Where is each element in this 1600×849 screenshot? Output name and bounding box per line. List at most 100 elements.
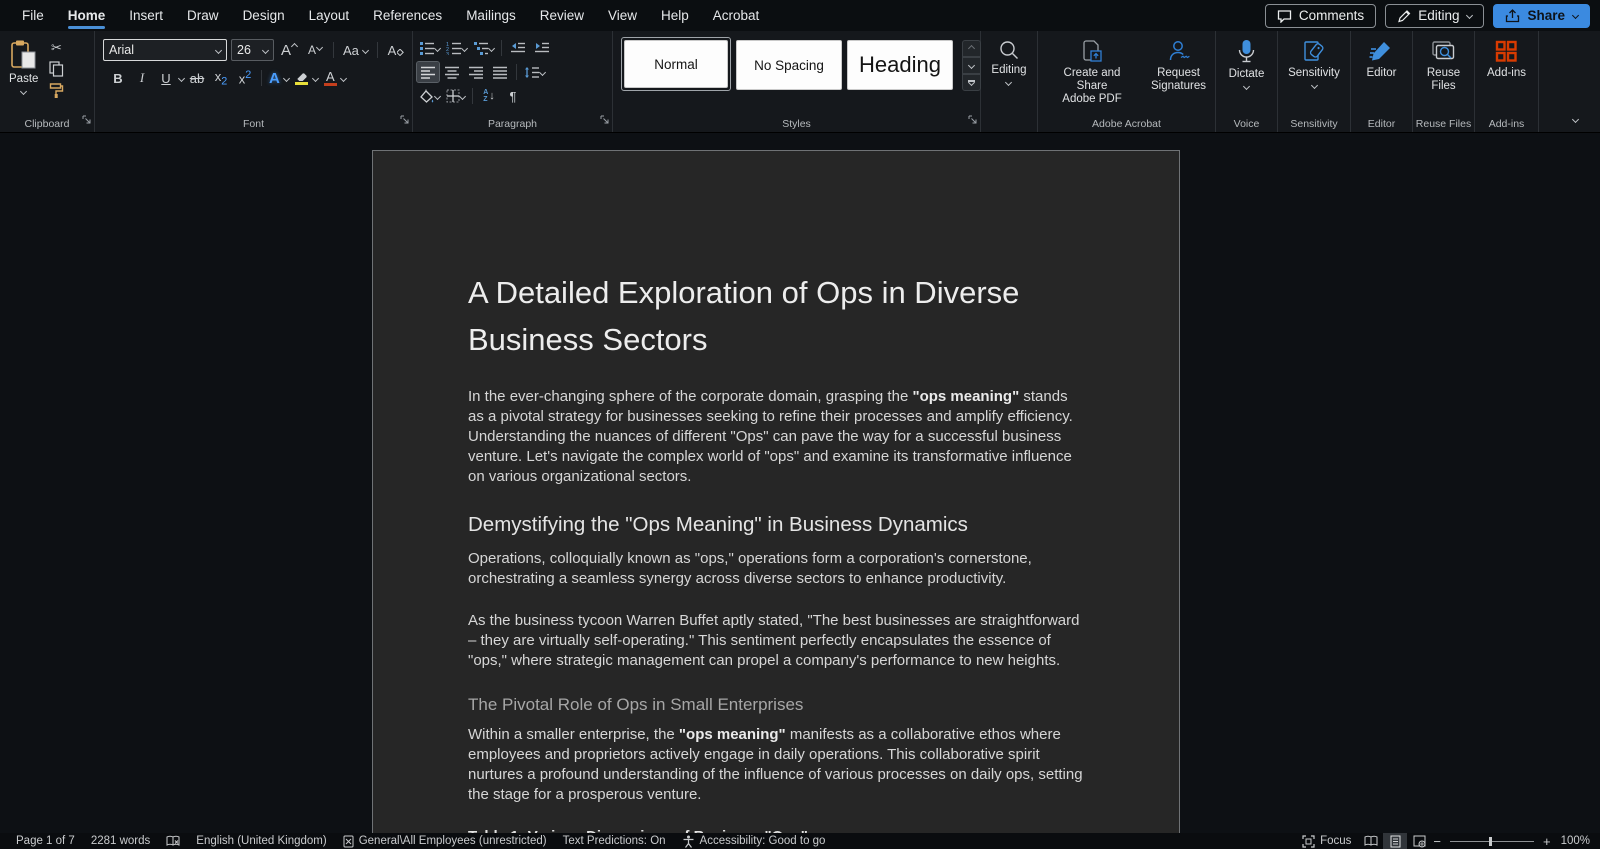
zoom-slider-thumb[interactable] <box>1488 836 1492 846</box>
subscript-button[interactable]: x2 <box>210 68 232 88</box>
word-count[interactable]: 2281 words <box>83 835 158 847</box>
language-indicator[interactable]: English (United Kingdom) <box>188 835 334 847</box>
show-formatting-button[interactable]: ¶ <box>502 86 524 106</box>
style-no-spacing[interactable]: No Spacing <box>736 40 842 90</box>
menu-references[interactable]: References <box>361 1 454 31</box>
decrease-indent-button[interactable] <box>507 38 529 58</box>
zoom-in-button[interactable]: + <box>1541 834 1553 849</box>
dictate-button[interactable]: Dictate <box>1224 36 1270 114</box>
web-layout-button[interactable] <box>1407 833 1431 849</box>
styles-more-button[interactable] <box>962 74 981 91</box>
menu-acrobat[interactable]: Acrobat <box>701 1 772 31</box>
align-right-button[interactable] <box>465 62 487 82</box>
chevron-down-icon <box>339 74 347 82</box>
format-painter-button[interactable] <box>45 80 67 100</box>
line-spacing-button[interactable] <box>522 62 547 82</box>
chevron-down-icon[interactable] <box>177 74 186 82</box>
paste-button[interactable]: Paste <box>4 36 43 114</box>
borders-button[interactable] <box>444 86 467 106</box>
styles-scroll-down[interactable] <box>962 57 981 74</box>
addins-button[interactable]: Add-ins <box>1482 36 1531 114</box>
ribbon-group-sensitivity: Sensitivity Sensitivity <box>1278 31 1351 132</box>
grow-font-button[interactable]: A <box>278 40 300 60</box>
shrink-font-button[interactable]: A <box>304 40 326 60</box>
menu-draw[interactable]: Draw <box>175 1 231 31</box>
proofing-status[interactable] <box>158 835 188 847</box>
editing-mode-button[interactable]: Editing <box>1385 3 1485 28</box>
collapse-ribbon-chevron[interactable] <box>1571 115 1580 124</box>
superscript-button[interactable]: x2 <box>234 68 256 88</box>
chevron-down-icon <box>1310 81 1318 90</box>
justify-button[interactable] <box>489 62 511 82</box>
style-normal[interactable]: Normal <box>621 37 731 91</box>
font-family-combo[interactable]: Arial <box>103 39 227 61</box>
menu-view[interactable]: View <box>596 1 649 31</box>
font-size-combo[interactable]: 26 <box>231 39 274 61</box>
create-share-pdf-button[interactable]: Create and Share Adobe PDF <box>1042 36 1142 114</box>
menu-file[interactable]: File <box>10 1 56 31</box>
style-heading[interactable]: Heading <box>847 40 953 90</box>
styles-dialog-launcher[interactable] <box>968 111 977 129</box>
multilevel-list-button[interactable] <box>471 38 496 58</box>
request-signatures-button[interactable]: Request Signatures <box>1146 36 1211 114</box>
editing-button[interactable]: Editing <box>986 36 1031 114</box>
italic-button[interactable]: I <box>131 68 153 88</box>
increase-indent-icon <box>535 42 549 53</box>
copy-button[interactable] <box>45 59 67 79</box>
focus-mode-button[interactable]: Focus <box>1294 834 1359 848</box>
font-dialog-launcher[interactable] <box>400 111 409 129</box>
zoom-slider[interactable] <box>1449 836 1534 846</box>
reuse-files-button[interactable]: Reuse Files <box>1422 36 1465 114</box>
cut-button[interactable]: ✂ <box>45 38 67 58</box>
font-color-button[interactable]: A <box>322 68 348 88</box>
align-left-icon <box>420 66 435 79</box>
menu-design[interactable]: Design <box>231 1 297 31</box>
copy-icon <box>49 61 64 77</box>
doc-paragraph: In the ever-changing sphere of the corpo… <box>468 388 1073 485</box>
editor-button[interactable]: Editor <box>1361 36 1401 114</box>
sort-button[interactable]: AZ ↓ <box>478 86 500 106</box>
sensitivity-button[interactable]: Sensitivity <box>1283 36 1345 114</box>
menu-review[interactable]: Review <box>528 1 596 31</box>
print-layout-button[interactable] <box>1383 833 1408 849</box>
zoom-level[interactable]: 100% <box>1553 835 1592 847</box>
menu-help[interactable]: Help <box>649 1 701 31</box>
sensitivity-indicator[interactable]: General\All Employees (unrestricted) <box>335 835 555 848</box>
accessibility-icon <box>683 835 694 848</box>
clipboard-dialog-launcher[interactable] <box>82 111 91 129</box>
shading-button[interactable] <box>417 86 442 106</box>
bullets-button[interactable] <box>417 38 442 58</box>
numbering-button[interactable]: 123 <box>444 38 469 58</box>
underline-button[interactable]: U <box>155 68 177 88</box>
comments-button[interactable]: Comments <box>1264 3 1377 28</box>
document-page[interactable]: A Detailed Exploration of Ops in Diverse… <box>372 150 1180 833</box>
clear-formatting-button[interactable]: A <box>385 40 407 60</box>
reuse-files-icon <box>1432 41 1455 60</box>
menu-home[interactable]: Home <box>56 1 118 31</box>
bold-button[interactable]: B <box>107 68 129 88</box>
menu-layout[interactable]: Layout <box>297 1 362 31</box>
paragraph-dialog-launcher[interactable] <box>600 111 609 129</box>
share-button[interactable]: Share <box>1493 3 1590 28</box>
menu-mailings[interactable]: Mailings <box>454 1 528 31</box>
align-left-button[interactable] <box>416 61 440 83</box>
increase-indent-button[interactable] <box>531 38 553 58</box>
accessibility-status[interactable]: Accessibility: Good to go <box>674 835 834 848</box>
zoom-out-button[interactable]: − <box>1431 834 1443 849</box>
format-painter-icon <box>50 83 64 98</box>
menu-insert[interactable]: Insert <box>117 1 175 31</box>
text-highlight-button[interactable] <box>293 68 320 88</box>
focus-icon <box>1302 834 1315 848</box>
align-center-button[interactable] <box>441 62 463 82</box>
align-right-icon <box>468 66 483 79</box>
text-effects-button[interactable]: A <box>267 68 291 88</box>
strikethrough-button[interactable]: ab <box>186 68 208 88</box>
read-mode-button[interactable] <box>1359 833 1383 849</box>
change-case-button[interactable]: Aa <box>341 40 370 60</box>
web-layout-icon <box>1413 835 1426 847</box>
styles-scroll-up[interactable] <box>962 40 981 57</box>
status-bar: Page 1 of 7 2281 words English (United K… <box>0 833 1600 849</box>
paste-icon <box>11 40 36 69</box>
page-indicator[interactable]: Page 1 of 7 <box>8 835 83 847</box>
text-predictions-indicator[interactable]: Text Predictions: On <box>555 835 674 847</box>
